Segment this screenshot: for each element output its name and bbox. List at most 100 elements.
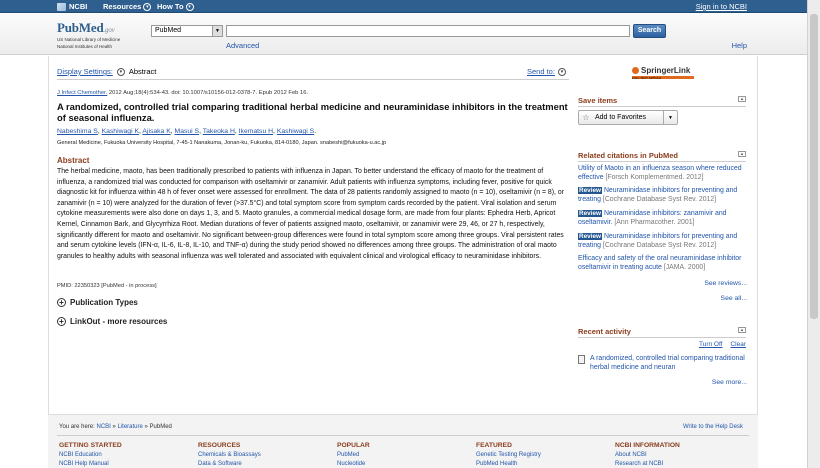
ncbi-logo[interactable]: NCBI (57, 2, 87, 11)
footer-column-heading: RESOURCES (198, 442, 241, 449)
pubmed-logo-gov: .gov (103, 26, 115, 34)
save-items-heading: Save items (578, 96, 618, 105)
scrollbar-thumb[interactable] (810, 14, 818, 319)
review-badge: Review (578, 187, 603, 194)
footer-link[interactable]: Chemicals & Bioassays (198, 452, 261, 458)
journal-link[interactable]: J Infect Chemother. (57, 90, 107, 96)
linkout-toggle[interactable]: + LinkOut - more resources (57, 317, 167, 326)
see-all-link[interactable]: See all... (721, 295, 747, 302)
abstract-text: The herbal medicine, maoto, has been tra… (57, 168, 564, 260)
help-link[interactable]: Help (732, 41, 747, 50)
pubmed-logo[interactable]: PubMed.gov US National Library of Medici… (57, 20, 120, 49)
author-link[interactable]: Ajisaka K (142, 128, 170, 135)
document-icon (578, 355, 585, 364)
footer-link[interactable]: About NCBI (615, 452, 680, 458)
chevron-down-icon[interactable]: ▼ (212, 26, 222, 36)
nih-label: National Institutes of Health (57, 43, 113, 49)
footer-link[interactable]: NCBI Help Manual (59, 461, 122, 467)
chevron-down-icon[interactable]: ▼ (663, 111, 677, 124)
related-citation[interactable]: Review Neuraminidase inhibitors for prev… (578, 232, 748, 250)
display-settings: Display Settings: ▾ Abstract (57, 67, 156, 76)
related-citation[interactable]: Efficacy and safety of the oral neuramin… (578, 254, 748, 272)
author-link[interactable]: Kashiwagi K (102, 128, 139, 135)
send-to-link[interactable]: Send to: (527, 67, 555, 76)
how-to-menu[interactable]: How To ▾ (157, 2, 194, 11)
ncbi-top-bar: NCBI Resources ▾ How To ▾ Sign in to NCB… (0, 0, 820, 13)
review-badge: Review (578, 210, 603, 217)
divider (578, 337, 746, 338)
pubmed-header: PubMed.gov US National Library of Medici… (0, 14, 820, 55)
footer-link[interactable]: Data & Software (198, 461, 261, 467)
expand-icon: + (57, 317, 66, 326)
send-to: Send to: ▾ (527, 67, 566, 76)
linkout-label: LinkOut - more resources (70, 317, 168, 326)
chevron-down-icon[interactable]: ▾ (557, 67, 566, 76)
breadcrumb-ncbi[interactable]: NCBI (96, 424, 110, 430)
ncbi-logo-icon (57, 2, 66, 11)
footer-link[interactable]: Genetic Testing Registry (476, 452, 541, 458)
search-button[interactable]: Search (633, 24, 666, 38)
collapse-icon[interactable]: ▲ (738, 96, 746, 102)
add-to-favorites-button[interactable]: ☆ Add to Favorites ▼ (578, 110, 678, 125)
divider (57, 79, 569, 80)
springer-name: SpringerLink (641, 66, 691, 75)
footer-link[interactable]: PubMed (337, 452, 370, 458)
breadcrumb-pubmed: PubMed (149, 424, 172, 430)
affiliation: General Medicine, Fukuoka University Hos… (57, 140, 387, 146)
collapse-icon[interactable]: ▲ (738, 151, 746, 157)
advanced-search-link[interactable]: Advanced (226, 41, 259, 50)
nlm-label: US National Library of Medicine (57, 37, 121, 42)
see-more-link[interactable]: See more... (712, 379, 747, 386)
collapse-icon[interactable]: ▲ (738, 327, 746, 333)
star-icon: ☆ (582, 113, 590, 122)
sign-in-link[interactable]: Sign in to NCBI (696, 2, 747, 11)
related-citation-source: [Forsch Komplementmed. 2012] (605, 174, 704, 181)
divider (578, 106, 746, 107)
see-reviews-link[interactable]: See reviews... (704, 280, 747, 287)
author-link[interactable]: Masui S (175, 128, 200, 135)
author-link[interactable]: Nabeshima S (57, 128, 98, 135)
related-citation[interactable]: Utility of Maoto in an influenza season … (578, 164, 748, 182)
database-select[interactable]: PubMed ▼ (151, 25, 223, 37)
pubmed-logo-text: PubMed (57, 20, 104, 35)
related-citation-source: [Cochrane Database Syst Rev. 2012] (602, 242, 717, 249)
footer-column-heading: POPULAR (337, 442, 370, 449)
how-to-menu-label: How To (157, 2, 184, 11)
expand-icon: + (57, 298, 66, 307)
footer-column-ncbi-information: NCBI INFORMATION About NCBI Research at … (615, 442, 680, 467)
footer-column-heading: FEATURED (476, 442, 512, 449)
resources-menu-label: Resources (103, 2, 142, 11)
footer-column-popular: POPULAR PubMed Nucleotide (337, 442, 370, 467)
add-to-favorites-label: Add to Favorites (595, 114, 646, 121)
turn-off-link[interactable]: Turn Off (699, 341, 722, 348)
pmid-label: PMID: 22350323 [PubMed - in process] (57, 283, 157, 289)
footer-link[interactable]: NCBI Education (59, 452, 122, 458)
divider (57, 435, 749, 436)
chevron-down-icon[interactable]: ▾ (116, 67, 125, 76)
footer-link[interactable]: Research at NCBI (615, 461, 680, 467)
resources-menu[interactable]: Resources ▾ (103, 2, 152, 11)
footer-column-heading: GETTING STARTED (59, 442, 122, 449)
breadcrumb-literature[interactable]: Literature (118, 424, 143, 430)
related-citation[interactable]: Review Neuraminidase inhibitors: zanamiv… (578, 209, 748, 227)
search-input[interactable] (226, 25, 630, 37)
help-desk-link[interactable]: Write to the Help Desk (683, 424, 743, 430)
author-link[interactable]: Kashiwagi S (277, 128, 314, 135)
author-link[interactable]: Takeoka H (203, 128, 235, 135)
clear-link[interactable]: Clear (730, 341, 746, 348)
footer-link[interactable]: Nucleotide (337, 461, 370, 467)
related-citation[interactable]: Review Neuraminidase inhibitors for prev… (578, 186, 748, 204)
related-citation-source: [Ann Pharmacother. 2001] (614, 219, 695, 226)
publication-types-toggle[interactable]: + Publication Types (57, 298, 138, 307)
springerlink-button[interactable]: SpringerLink FULL-TEXT ARTICLE (632, 66, 694, 80)
author-link[interactable]: Ikematsu H (239, 128, 273, 135)
abstract-heading: Abstract (57, 156, 90, 165)
recent-activity-item[interactable]: A randomized, controlled trial comparing… (578, 354, 748, 372)
breadcrumb-prefix: You are here: (59, 424, 97, 430)
springer-horse-icon (632, 67, 639, 74)
springer-tag: FULL-TEXT ARTICLE (632, 76, 694, 80)
ncbi-brand-label: NCBI (69, 2, 88, 11)
vertical-scrollbar[interactable] (807, 0, 820, 468)
display-settings-link[interactable]: Display Settings: (57, 67, 113, 76)
footer-link[interactable]: PubMed Health (476, 461, 541, 467)
